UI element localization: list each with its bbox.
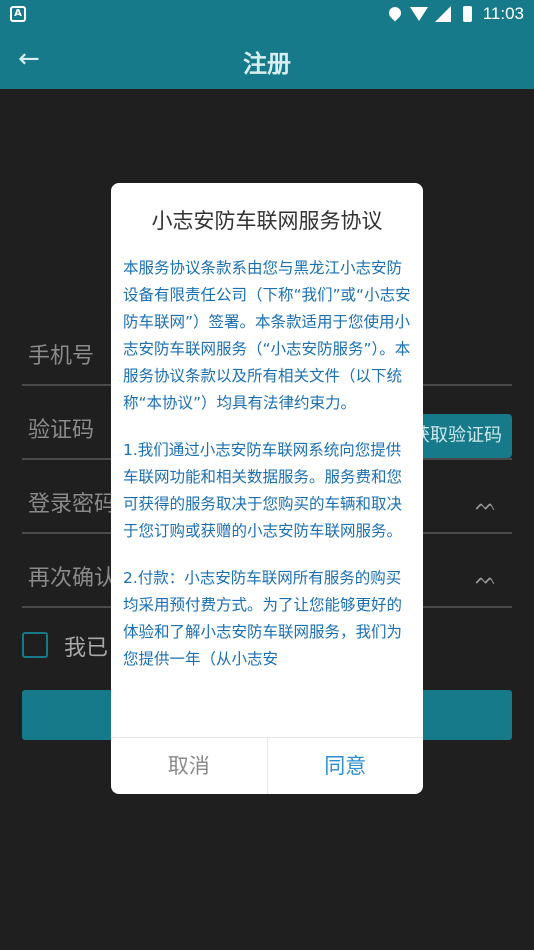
battery-icon [459,6,475,22]
agreement-paragraph: 本服务协议条款系由您与黑龙江小志安防设备有限责任公司（下称“我们”或“小志安防车… [123,259,411,412]
eye-closed-icon[interactable]: ᨓ [476,568,498,589]
dialog-footer: 取消 同意 [111,737,423,794]
confirm-password-placeholder: 再次确认 [28,566,117,591]
status-time: 11:03 [482,4,524,23]
dialog-body: 本服务协议条款系由您与黑龙江小志安防设备有限责任公司（下称“我们”或“小志安防车… [123,255,413,794]
status-icons: 11:03 [386,4,524,24]
agreement-checkbox[interactable] [22,632,48,658]
get-code-button[interactable]: 获取验证码 [410,414,512,458]
page-title: 注册 [243,50,291,78]
signal-icon [434,6,451,22]
phone-placeholder: 手机号 [28,344,95,369]
agreement-dialog: 小志安防车联网服务协议 本服务协议条款系由您与黑龙江小志安防设备有限责任公司（下… [111,183,423,794]
notification-icon: A [10,6,26,22]
cancel-button[interactable]: 取消 [111,738,268,794]
agree-button[interactable]: 同意 [268,738,424,794]
location-icon [386,4,404,22]
password-placeholder: 登录密码 [28,492,117,517]
app-bar: ← 注册 [0,30,534,89]
wifi-icon [409,6,428,22]
agreement-label: 我已 [64,636,109,661]
agreement-paragraph: 2.付款：小志安防车联网所有服务的购买均采用预付费方式。为了让您能够更好的体验和… [123,569,403,668]
agreement-paragraph: 1.我们通过小志安防车联网系统向您提供车联网功能和相关数据服务。服务费和您可获得… [123,441,403,540]
eye-closed-icon[interactable]: ᨓ [476,494,498,515]
agreement-text-scroll[interactable]: 本服务协议条款系由您与黑龙江小志安防设备有限责任公司（下称“我们”或“小志安防车… [123,255,413,739]
code-placeholder: 验证码 [28,418,95,443]
dialog-title: 小志安防车联网服务协议 [151,209,383,233]
status-bar: A 11:03 [0,0,534,30]
